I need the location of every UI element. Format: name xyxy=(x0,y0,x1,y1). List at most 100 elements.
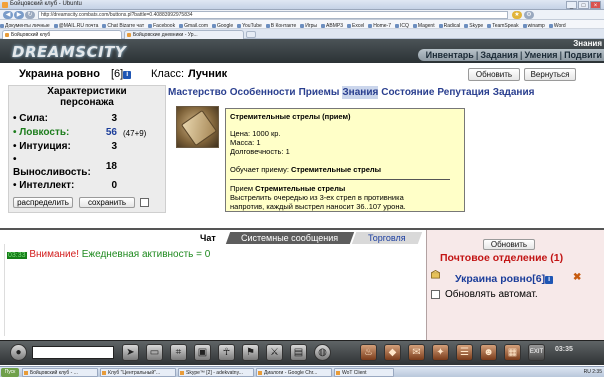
close-button[interactable]: × xyxy=(590,1,601,9)
scroll-icon xyxy=(180,109,218,147)
taskbar-item[interactable]: Skype™ [2] - adekvatny... xyxy=(178,368,254,377)
new-tab-button[interactable] xyxy=(246,31,256,38)
reload-icon[interactable]: ↻ xyxy=(25,11,35,19)
return-button[interactable]: Вернуться xyxy=(524,68,576,81)
stat-endurance-label: Выносливость: xyxy=(13,167,91,178)
map-icon[interactable]: ▤ xyxy=(290,344,307,361)
browser-title-bar: Бойцовский клуб - Ubuntu _ □ × xyxy=(0,0,604,10)
exit-button[interactable]: EXIT xyxy=(528,344,545,361)
stat-agility-label: • Ловкость: xyxy=(13,127,70,138)
menu-skills[interactable]: Умения xyxy=(525,50,558,60)
message-warning: Внимание! xyxy=(29,249,79,260)
tab-mastery[interactable]: Мастерство xyxy=(168,86,227,99)
bookmark-item[interactable]: Radical xyxy=(439,22,461,28)
eraser-icon[interactable]: ▭ xyxy=(146,344,163,361)
chat-input[interactable] xyxy=(32,346,114,359)
character-row: Украина ровно [6] i Класс: Лучник Обновит… xyxy=(0,63,604,85)
tab-state[interactable]: Состояние xyxy=(381,86,434,99)
mail-refresh-button[interactable]: Обновить xyxy=(483,239,535,250)
class-label: Класс: xyxy=(151,68,184,80)
bookmark-item[interactable]: Google xyxy=(212,22,233,28)
mail-title: Почтовое отделение (1) xyxy=(440,252,564,264)
taskbar-item[interactable]: Клуб "Центральный"... xyxy=(100,368,176,377)
bookmark-item[interactable]: YouTube xyxy=(237,22,262,28)
bookmark-item[interactable]: ABMP3 xyxy=(321,22,343,28)
bookmark-item[interactable]: Skype xyxy=(464,22,483,28)
bookmark-item[interactable]: Word xyxy=(549,22,566,28)
maximize-button[interactable]: □ xyxy=(578,1,589,9)
chest-icon[interactable]: ▦ xyxy=(504,344,521,361)
character-level: [6] i xyxy=(111,68,132,80)
tab-trade[interactable]: Торговля xyxy=(351,232,423,244)
character-name[interactable]: Украина ровно xyxy=(19,68,100,80)
bookmark-item[interactable]: TeamSpeak xyxy=(487,22,518,28)
tab-reputation[interactable]: Репутация xyxy=(437,86,489,99)
tab-quests[interactable]: Задания xyxy=(493,86,535,99)
save-button[interactable]: сохранить xyxy=(79,197,135,208)
star-icon[interactable]: ★ xyxy=(512,11,522,19)
taskbar-item[interactable]: WoT Client xyxy=(334,368,394,377)
bookmark-item[interactable]: В Контакте xyxy=(266,22,296,28)
minimize-button[interactable]: _ xyxy=(566,1,577,9)
back-arrow-icon[interactable]: ◀ xyxy=(3,11,13,19)
scroll-item-icon[interactable] xyxy=(176,106,219,148)
auto-refresh-checkbox[interactable] xyxy=(431,290,440,299)
tab-chat[interactable]: Чат xyxy=(187,232,229,244)
menu-inventory[interactable]: Инвентарь xyxy=(426,50,474,60)
tab-features[interactable]: Особенности xyxy=(230,86,296,99)
tab-fight-diaries[interactable]: Бойцовские дневники - Ур... xyxy=(124,30,244,39)
bookmark-item[interactable]: Magent xyxy=(413,22,435,28)
bookmark-item[interactable]: Facebook xyxy=(148,22,175,28)
filter-icon[interactable]: ⌗ xyxy=(170,344,187,361)
stats-panel: Характеристики персонажа • Сила: 3 • Ловк… xyxy=(8,85,166,213)
save-disk-icon[interactable]: ▣ xyxy=(194,344,211,361)
sword-icon[interactable]: ⚔ xyxy=(266,344,283,361)
walk-icon[interactable]: ☥ xyxy=(218,344,235,361)
bookmark-item[interactable]: Игры xyxy=(300,22,317,28)
message-time[interactable]: 03:33 xyxy=(7,252,27,259)
tooltip-price: Цена: 1000 кр. xyxy=(230,129,281,138)
stats-checkbox[interactable] xyxy=(140,198,149,207)
send-icon[interactable]: ➤ xyxy=(122,344,139,361)
bookmark-item[interactable]: ICQ xyxy=(395,22,409,28)
distribute-button[interactable]: распределить xyxy=(13,197,73,208)
weapon-icon[interactable]: ✦ xyxy=(432,344,449,361)
bookmark-item[interactable]: winamp xyxy=(523,22,545,28)
taskbar-item[interactable]: Бойцовский клуб - ... xyxy=(22,368,98,377)
address-bar: ◀ ▶ ↻ http://dreamscity.combats.com/butt… xyxy=(0,10,604,20)
tab-fight-club[interactable]: Бойцовский клуб xyxy=(2,30,122,39)
taskbar-item[interactable]: Диалоги - Google Chr... xyxy=(256,368,332,377)
bag-icon[interactable]: ◆ xyxy=(384,344,401,361)
fire-icon[interactable]: ♨ xyxy=(360,344,377,361)
orb-icon[interactable]: ● xyxy=(10,344,27,361)
scroll-icon[interactable]: ☰ xyxy=(456,344,473,361)
globe-icon[interactable]: ◍ xyxy=(314,344,331,361)
delete-icon[interactable]: ✖ xyxy=(573,272,581,283)
mail-user-name[interactable]: Украина ровно xyxy=(455,273,532,285)
start-button[interactable]: Пуск xyxy=(1,368,19,377)
tab-techniques[interactable]: Приемы xyxy=(299,86,340,99)
bookmark-item[interactable]: Gmail.com xyxy=(179,22,208,28)
url-input[interactable]: http://dreamscity.combats.com/buttons.pl… xyxy=(38,11,508,19)
tab-system-messages[interactable]: Системные сообщения xyxy=(225,232,355,244)
bookmark-item[interactable]: Excel xyxy=(347,22,364,28)
run-icon[interactable]: ⚑ xyxy=(242,344,259,361)
bookmark-item[interactable]: Chat Bizarre чат xyxy=(102,22,144,28)
info-icon[interactable]: i xyxy=(545,276,554,284)
forward-arrow-icon[interactable]: ▶ xyxy=(14,11,24,19)
system-tray: RU 2:35 xyxy=(583,369,602,375)
bookmark-item[interactable]: @MAIL.RU почта xyxy=(54,22,99,28)
bookmark-item[interactable]: Документы личные xyxy=(0,22,50,28)
browser-tab-strip: Бойцовский клуб Бойцовские дневники - Ур… xyxy=(0,29,604,39)
book-icon[interactable]: ✉ xyxy=(408,344,425,361)
tab-knowledge[interactable]: Знания xyxy=(342,86,379,99)
refresh-button[interactable]: Обновить xyxy=(468,68,520,81)
bookmark-item[interactable]: Home-7 xyxy=(368,22,391,28)
user-icon[interactable]: ☻ xyxy=(480,344,497,361)
tooltip-desc-line2: Выстрелить очередью из 3-ех стрел в прот… xyxy=(230,193,404,202)
wrench-icon[interactable]: ⚙ xyxy=(524,11,534,19)
menu-quests[interactable]: Задания xyxy=(480,50,518,60)
info-icon[interactable]: i xyxy=(123,71,132,79)
menu-feats[interactable]: Подвиги xyxy=(564,50,602,60)
tooltip-teaches: Обучает приему: Стремительные стрелы xyxy=(230,165,382,174)
